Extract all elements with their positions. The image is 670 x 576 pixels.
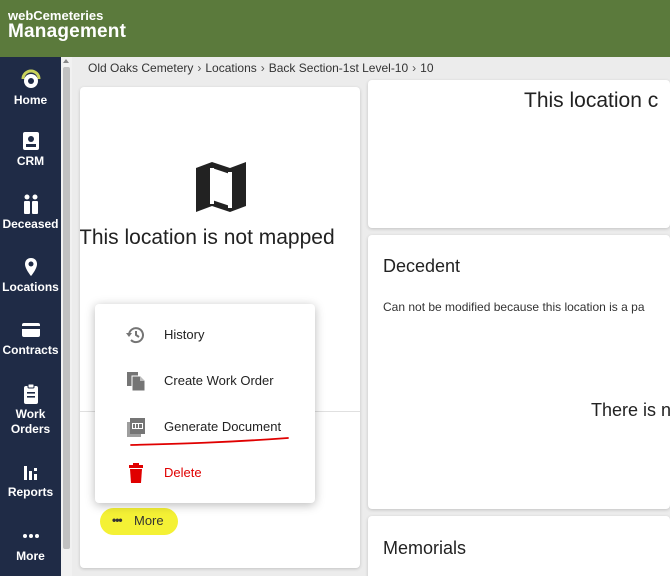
sidebar-item-label: Locations <box>2 280 59 294</box>
menu-item-label: History <box>164 327 205 342</box>
clipboard-icon <box>23 383 38 404</box>
sidebar-item-reports[interactable]: Reports <box>0 461 61 521</box>
location-info-card: This location c <box>368 80 670 228</box>
sidebar-item-label: Reports <box>7 485 54 499</box>
sidebar-item-home[interactable]: Home <box>0 67 61 127</box>
breadcrumb-item-section[interactable]: Back Section-1st Level-10 <box>269 61 408 75</box>
decedent-empty-message: There is n <box>591 400 670 420</box>
sidebar-item-work-orders[interactable]: Work Orders <box>0 383 61 459</box>
brand-title: Management <box>8 21 127 42</box>
credit-card-icon <box>21 323 40 337</box>
breadcrumb-item-locations[interactable]: Locations <box>205 61 256 75</box>
more-button[interactable]: ••• More <box>100 508 178 535</box>
breadcrumb-item-cemetery[interactable]: Old Oaks Cemetery <box>88 61 193 75</box>
file-copy-icon <box>127 372 146 392</box>
menu-item-label: Delete <box>164 465 202 480</box>
sidebar: Home CRM Deceased Locations Contracts Wo… <box>0 57 61 576</box>
location-info-title: This location c <box>524 89 659 112</box>
more-button-label: More <box>134 513 164 528</box>
sidebar-item-locations[interactable]: Locations <box>0 256 61 316</box>
sidebar-item-label: Contracts <box>2 343 59 357</box>
trash-icon <box>129 463 143 483</box>
breadcrumb: Old Oaks Cemetery › Locations › Back Section… <box>88 61 434 75</box>
menu-item-label: Generate Document <box>164 419 282 434</box>
annotation-underline <box>130 437 289 446</box>
breadcrumb-separator: › <box>260 61 265 75</box>
scroll-thumb[interactable] <box>63 67 70 549</box>
scrollbar[interactable] <box>61 57 72 576</box>
decedent-card: Decedent Can not be modified because thi… <box>368 235 670 509</box>
sidebar-item-contracts[interactable]: Contracts <box>0 319 61 379</box>
sidebar-item-crm[interactable]: CRM <box>0 130 61 190</box>
breadcrumb-item-current: 10 <box>420 61 434 75</box>
people-icon <box>23 194 38 214</box>
sidebar-item-label: More <box>16 549 45 563</box>
sidebar-item-label: Home <box>13 93 48 107</box>
contact-card-icon <box>22 132 39 150</box>
more-actions-menu: History Create Work Order Generate Docum… <box>95 304 315 503</box>
sidebar-item-label: Deceased <box>2 217 59 231</box>
breadcrumb-separator: › <box>412 61 417 75</box>
menu-item-create-work-order[interactable]: Create Work Order <box>95 359 315 403</box>
decedent-message: Can not be modified because this locatio… <box>383 300 645 314</box>
sidebar-item-more[interactable]: More <box>0 525 61 576</box>
not-mapped-message: This location is not mapped <box>80 226 335 249</box>
scroll-up-arrow-icon[interactable] <box>63 59 69 63</box>
menu-item-history[interactable]: History <box>95 313 315 357</box>
dots-icon <box>22 534 39 538</box>
breadcrumb-separator: › <box>197 61 202 75</box>
menu-item-label: Create Work Order <box>164 373 274 388</box>
menu-item-delete[interactable]: Delete <box>95 451 315 495</box>
memorials-card: Memorials <box>368 516 670 576</box>
sidebar-item-deceased[interactable]: Deceased <box>0 193 61 253</box>
map-icon <box>196 162 246 212</box>
history-icon <box>126 327 144 344</box>
sidebar-item-label: CRM <box>16 154 45 168</box>
sidebar-item-label: Work Orders <box>10 407 51 436</box>
bar-chart-icon <box>23 466 37 480</box>
more-dots-icon: ••• <box>112 513 123 527</box>
location-pin-icon <box>24 258 37 276</box>
app-header: webCemeteries Management <box>0 0 670 57</box>
decedent-heading: Decedent <box>383 256 461 276</box>
memorials-heading: Memorials <box>383 538 467 558</box>
home-gauge-icon <box>21 69 40 88</box>
